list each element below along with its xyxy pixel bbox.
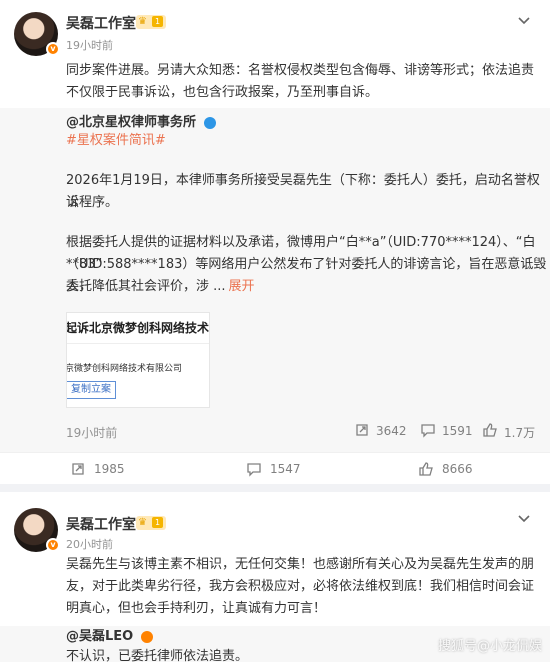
post-text-line: 不仅限于民事诉讼，也包含行政报案，乃至刑事自诉。 <box>66 85 379 100</box>
level-badge: 1 <box>152 16 163 27</box>
member-crown-icon: ♛ 1 <box>136 516 166 530</box>
watermark: 搜狐号@小龙侃娱 <box>437 639 542 654</box>
copy-case-button[interactable]: 复制立案 <box>67 381 116 399</box>
link-card[interactable]: 起诉北京微梦创科网络技术有 京微梦创科网络技术有限公司 复制立案 <box>66 312 210 408</box>
post-text-line: 明真心，但也会手持利刃，让真诚有力可言！ <box>66 601 327 616</box>
expand-link[interactable]: 展开 <box>229 279 255 294</box>
repost-icon[interactable] <box>70 461 86 477</box>
like-count: 1.7万 <box>504 426 536 440</box>
repost-text-line: 讼程序。 <box>66 195 119 210</box>
repost-text-line: 不认识，已委托律师依法追责。 <box>66 649 249 662</box>
verified-icon: v <box>46 42 60 56</box>
verified-orange-icon <box>140 630 153 643</box>
post-text-line: 吴磊先生与该博主素不相识，无任何交集！也感谢所有关心及为吴磊先生发声的朋 <box>66 557 535 572</box>
repost-time[interactable]: 19小时前 <box>66 424 117 441</box>
comment-icon[interactable] <box>420 422 436 438</box>
verified-icon: v <box>46 538 60 552</box>
like-icon[interactable] <box>482 422 498 438</box>
post-time[interactable]: 19小时前 <box>66 37 113 53</box>
like-count: 8666 <box>442 462 473 476</box>
post-text-line: 友，对于此类卑劣行径，我方会积极应对，必将依法维权到底！我们相信时间会证 <box>66 579 535 594</box>
divider <box>67 343 209 344</box>
post-text-line: 同步案件进展。另请大众知悉：名誉权侵权类型包含侮辱、诽谤等形式；依法追责 <box>66 63 535 78</box>
member-crown-icon: ♛ 1 <box>136 15 166 29</box>
like-icon[interactable] <box>418 461 434 477</box>
post-action-bar: 1985 1547 8666 <box>0 452 550 484</box>
author-name[interactable]: 吴磊工作室 <box>66 13 136 33</box>
repost-count: 1985 <box>94 462 125 476</box>
repost-text-line: 2026年1月19日，本律师事务所接受吴磊先生（下称：委托人）委托，启动名誉权诉 <box>66 173 540 210</box>
verified-blue-icon <box>203 116 216 129</box>
comment-count: 1591 <box>442 424 473 438</box>
chevron-down-icon[interactable] <box>516 510 532 526</box>
link-card-subtitle: 京微梦创科网络技术有限公司 <box>66 364 183 374</box>
comment-icon[interactable] <box>246 461 262 477</box>
level-badge: 1 <box>152 517 163 528</box>
post-time[interactable]: 20小时前 <box>66 536 113 552</box>
repost-count: 3642 <box>376 424 407 438</box>
comment-count: 1547 <box>270 462 301 476</box>
post-card-1: v 吴磊工作室 ♛ 1 19小时前 同步案件进展。另请大众知悉：名誉权侵权类型包含… <box>0 0 550 484</box>
author-name[interactable]: 吴磊工作室 <box>66 514 136 534</box>
repost-text-tail: 人，降低其社会评价，涉 ... <box>66 279 226 294</box>
link-card-title: 起诉北京微梦创科网络技术有 <box>66 321 210 335</box>
repost-icon[interactable] <box>354 422 370 438</box>
chevron-down-icon[interactable] <box>516 12 532 28</box>
repost-author[interactable]: @吴磊LEO <box>66 626 153 648</box>
hashtag-link[interactable]: #星权案件简讯# <box>66 130 166 152</box>
repost-text-line: 人，降低其社会评价，涉 ... 展开 <box>66 276 255 298</box>
